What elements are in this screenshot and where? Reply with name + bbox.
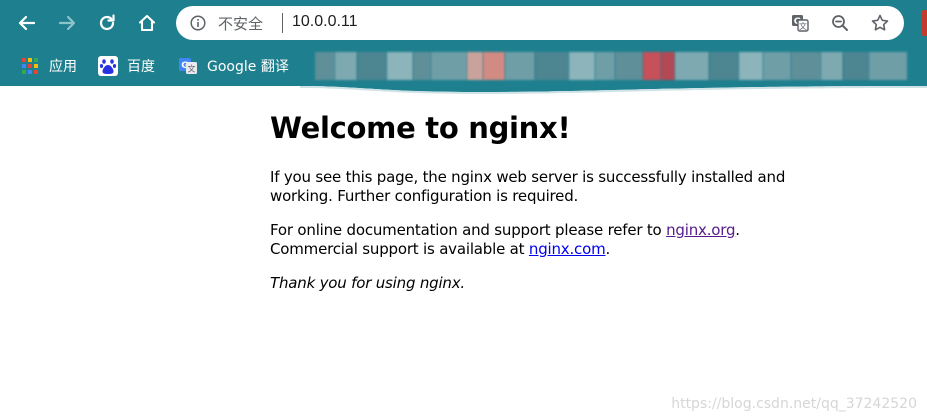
bookmark-apps-label: 应用 [49, 59, 77, 75]
commercial-text: Commercial support is available at [270, 240, 529, 258]
bookmark-apps[interactable]: 应用 [20, 55, 77, 77]
svg-text:文: 文 [799, 21, 807, 31]
bookmark-baidu-label: 百度 [127, 59, 155, 75]
security-label[interactable]: 不安全 [218, 13, 263, 34]
baidu-paw-icon [98, 56, 118, 76]
back-button[interactable] [12, 8, 42, 38]
svg-text:文: 文 [188, 64, 196, 74]
security-separator [282, 13, 283, 33]
star-icon[interactable] [870, 13, 890, 33]
reload-button[interactable] [92, 8, 122, 38]
thanks-text: Thank you for using nginx. [270, 274, 465, 292]
thanks-paragraph: Thank you for using nginx. [270, 274, 790, 293]
commercial-text-period: . [605, 240, 611, 258]
bookmark-google-translate[interactable]: G 文 Google 翻译 [178, 55, 289, 77]
page-title: Welcome to nginx! [270, 111, 571, 145]
forward-button[interactable] [52, 8, 82, 38]
intro-paragraph: If you see this page, the nginx web serv… [270, 168, 790, 206]
home-icon [138, 14, 156, 32]
watermark: https://blog.csdn.net/qq_37242520 [671, 396, 917, 412]
translate-icon[interactable]: G 文 [790, 13, 810, 33]
browser-toolbar: 不安全 10.0.0.11 G 文 [0, 0, 927, 46]
home-button[interactable] [132, 8, 162, 38]
url-text[interactable]: 10.0.0.11 [292, 13, 358, 31]
reload-icon [99, 14, 115, 31]
extension-edge[interactable] [922, 10, 927, 36]
forward-arrow-icon [58, 15, 76, 31]
google-translate-icon: G 文 [178, 56, 198, 76]
nginx-org-link[interactable]: nginx.org [666, 221, 735, 239]
support-paragraph: For online documentation and support ple… [270, 221, 790, 259]
info-icon[interactable] [190, 15, 206, 31]
bookmark-baidu[interactable]: 百度 [98, 55, 155, 77]
support-text: For online documentation and support ple… [270, 221, 667, 239]
chrome-bottom-edge [0, 82, 927, 94]
bookmark-google-translate-label: Google 翻译 [207, 59, 289, 75]
apps-grid-icon [20, 56, 40, 76]
support-text-period: . [735, 221, 740, 239]
intro-text: If you see this page, the nginx web serv… [270, 168, 786, 205]
zoom-icon[interactable] [830, 13, 850, 33]
nginx-com-link[interactable]: nginx.com [529, 240, 606, 258]
nginx-welcome-page: Welcome to nginx! If you see this page, … [270, 108, 790, 308]
redacted-bookmarks [315, 52, 927, 80]
back-arrow-icon [18, 15, 36, 31]
address-bar[interactable]: 不安全 10.0.0.11 G 文 [176, 6, 904, 40]
